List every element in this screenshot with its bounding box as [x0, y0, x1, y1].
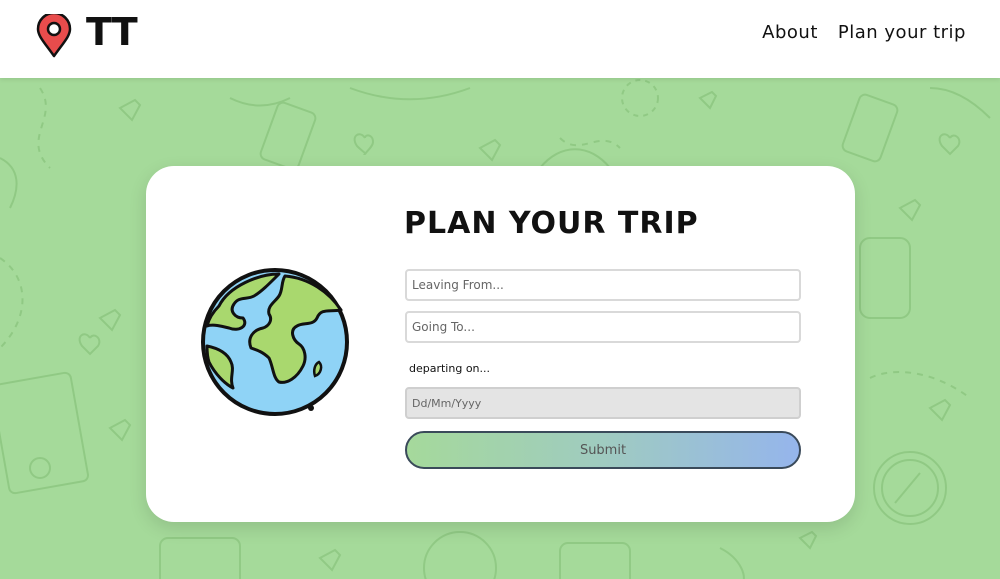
submit-button[interactable]: Submit — [405, 431, 801, 469]
site-header: TT About Plan your trip — [0, 0, 1000, 78]
departure-date-input[interactable] — [405, 387, 801, 419]
map-pin-icon[interactable] — [36, 14, 72, 58]
trip-form-card: PLAN YOUR TRIP departing on... Submit — [146, 166, 855, 522]
going-to-input[interactable] — [405, 311, 801, 343]
brand-logo-text[interactable]: TT — [86, 10, 138, 54]
nav-link-plan-your-trip[interactable]: Plan your trip — [838, 22, 966, 43]
form-title: PLAN YOUR TRIP — [404, 206, 699, 241]
globe-icon — [201, 268, 349, 416]
nav-link-about[interactable]: About — [762, 22, 818, 43]
departure-date-label: departing on... — [409, 362, 491, 375]
main-nav: About Plan your trip — [762, 22, 966, 43]
leaving-from-input[interactable] — [405, 269, 801, 301]
